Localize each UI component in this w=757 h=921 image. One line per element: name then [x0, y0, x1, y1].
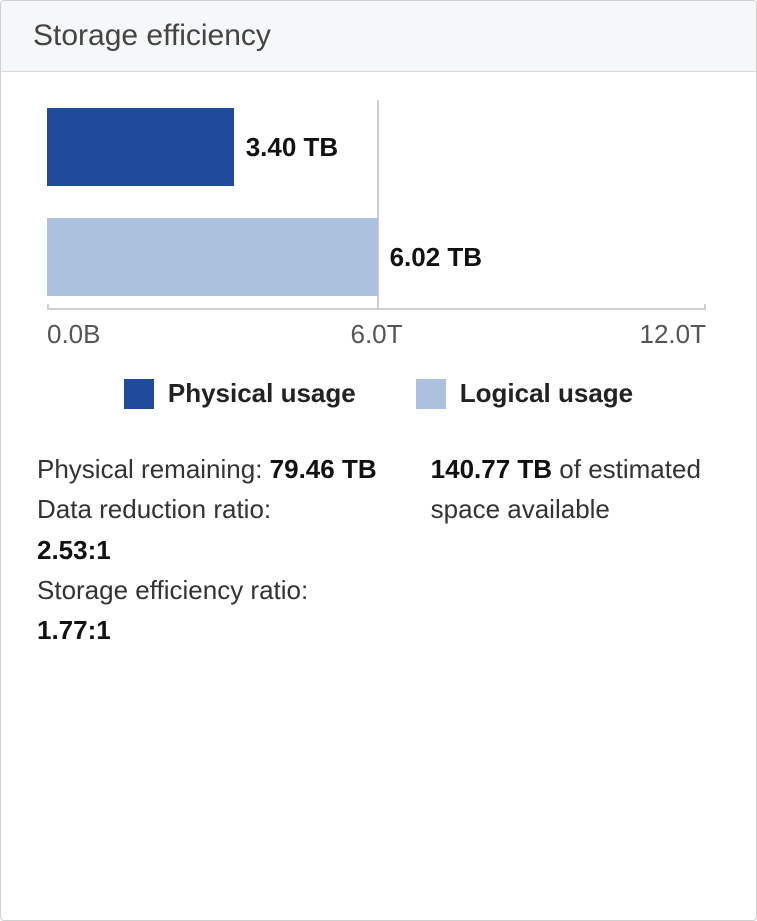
bar-logical-usage: [47, 218, 378, 296]
bar-physical-usage: [47, 108, 234, 186]
stat-storage-efficiency: Storage efficiency ratio: 1.77:1: [37, 570, 391, 651]
legend-swatch-logical: [416, 379, 446, 409]
stat-data-reduction: Data reduction ratio: 2.53:1: [37, 489, 391, 570]
chart-baseline: [47, 308, 706, 310]
stats-section: Physical remaining: 79.46 TB Data reduct…: [37, 449, 720, 650]
stat-storage-efficiency-value: 1.77:1: [37, 610, 391, 650]
axis-tick-0: 0.0B: [47, 319, 101, 350]
axis-tick-12: 12.0T: [640, 319, 707, 350]
stat-estimated-available: 140.77 TB of estimated space available: [431, 449, 720, 530]
chart-plot-area: 3.40 TB 6.02 TB: [47, 100, 706, 310]
bar-physical-label: 3.40 TB: [246, 132, 339, 163]
storage-efficiency-panel: Storage efficiency 3.40 TB 6.02 TB 0.0B …: [0, 0, 757, 921]
usage-bar-chart: 3.40 TB 6.02 TB 0.0B 6.0T 12.0T: [37, 100, 720, 350]
stat-physical-remaining-value: 79.46 TB: [270, 454, 377, 484]
stat-storage-efficiency-label: Storage efficiency ratio:: [37, 570, 391, 610]
stats-left-column: Physical remaining: 79.46 TB Data reduct…: [37, 449, 391, 650]
axis-tick-6: 6.0T: [350, 319, 402, 350]
legend-logical: Logical usage: [416, 378, 633, 409]
panel-body: 3.40 TB 6.02 TB 0.0B 6.0T 12.0T Physical…: [1, 72, 756, 920]
chart-legend: Physical usage Logical usage: [37, 378, 720, 409]
legend-swatch-physical: [124, 379, 154, 409]
bar-logical-label: 6.02 TB: [390, 242, 483, 273]
legend-physical: Physical usage: [124, 378, 356, 409]
stat-data-reduction-value: 2.53:1: [37, 530, 391, 570]
panel-title: Storage efficiency: [1, 1, 756, 72]
legend-label-physical: Physical usage: [168, 378, 356, 409]
stat-physical-remaining-label: Physical remaining:: [37, 454, 270, 484]
stat-data-reduction-label: Data reduction ratio:: [37, 489, 391, 529]
stats-right-column: 140.77 TB of estimated space available: [431, 449, 720, 650]
legend-label-logical: Logical usage: [460, 378, 633, 409]
stat-physical-remaining: Physical remaining: 79.46 TB: [37, 449, 391, 489]
stat-estimated-value: 140.77 TB: [431, 454, 552, 484]
